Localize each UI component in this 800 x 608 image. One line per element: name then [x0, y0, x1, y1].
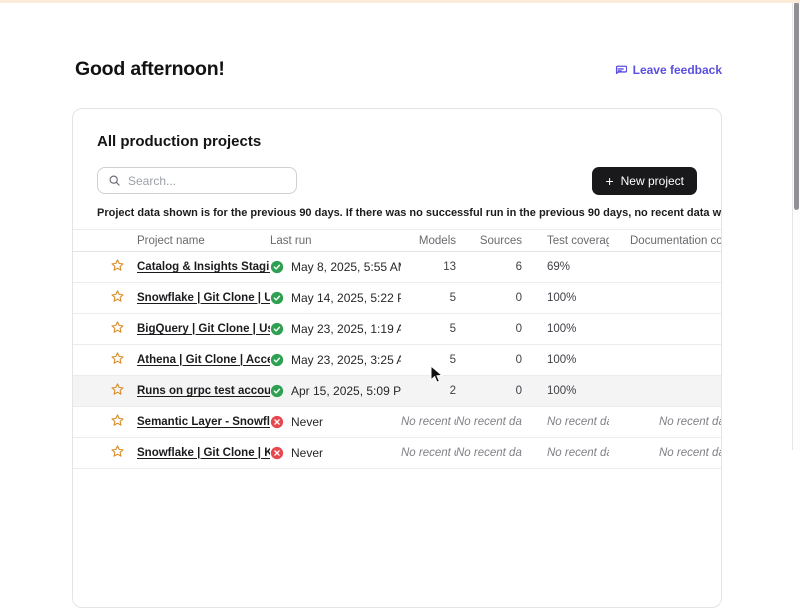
test-coverage-value: 69% [522, 252, 609, 283]
project-name-link[interactable]: Catalog & Insights Staging... [137, 261, 270, 273]
project-name-link[interactable]: Semantic Layer - Snowflake [137, 416, 270, 428]
star-icon[interactable] [110, 382, 125, 400]
models-value: No recent data [401, 407, 456, 438]
table-row[interactable]: Athena | Git Clone | Acces... May 23, 20… [73, 345, 722, 376]
documentation-coverage-value: No recent data [609, 407, 722, 438]
table-row[interactable]: BigQuery | Git Clone | User... May 23, 2… [73, 314, 722, 345]
last-run-value: Apr 15, 2025, 5:09 PM BS [291, 384, 401, 398]
models-value: No recent data [401, 438, 456, 469]
sources-value: No recent data [456, 438, 522, 469]
models-value: 5 [401, 314, 456, 345]
models-value: 13 [401, 252, 456, 283]
test-coverage-value: 100% [522, 283, 609, 314]
leave-feedback-label: Leave feedback [633, 63, 722, 77]
search-icon [108, 174, 121, 187]
last-run-value: May 8, 2025, 5:55 AM BS [291, 260, 401, 274]
table-row[interactable]: Snowflake | Git Clone | Use... May 14, 2… [73, 283, 722, 314]
project-name-link[interactable]: Runs on grpc test account [137, 385, 270, 397]
last-run-value: May 23, 2025, 3:25 AM B [291, 353, 401, 367]
test-coverage-value: No recent data [522, 407, 609, 438]
sources-value: 6 [456, 252, 522, 283]
star-icon[interactable] [110, 444, 125, 462]
run-success-icon [270, 260, 284, 274]
last-run-value: Never [291, 446, 323, 460]
page-header: Good afternoon! Leave feedback [75, 58, 722, 81]
col-header-star [73, 230, 137, 252]
sources-value: 0 [456, 314, 522, 345]
project-name-link[interactable]: Snowflake | Git Clone | Use... [137, 292, 270, 304]
projects-card: All production projects + New project Pr… [72, 108, 722, 608]
models-value: 2 [401, 376, 456, 407]
run-success-icon [270, 291, 284, 305]
search-input[interactable] [128, 174, 288, 188]
sources-value: 0 [456, 283, 522, 314]
project-name-link[interactable]: BigQuery | Git Clone | User... [137, 323, 270, 335]
page-title: Good afternoon! [75, 58, 225, 81]
search-box[interactable] [97, 167, 297, 194]
run-never-icon [270, 446, 284, 460]
star-icon[interactable] [110, 320, 125, 338]
sources-value: No recent data [456, 407, 522, 438]
star-icon[interactable] [110, 413, 125, 431]
documentation-coverage-value: No recent data [609, 438, 722, 469]
col-header-sources: Sources [456, 230, 522, 252]
last-run-value: May 14, 2025, 5:22 PM BS [291, 291, 401, 305]
models-value: 5 [401, 283, 456, 314]
leave-feedback-link[interactable]: Leave feedback [613, 63, 722, 77]
data-range-notice: Project data shown is for the previous 9… [97, 207, 697, 219]
last-run-value: Never [291, 415, 323, 429]
star-icon[interactable] [110, 289, 125, 307]
documentation-coverage-value [609, 345, 722, 376]
new-project-label: New project [621, 174, 684, 188]
test-coverage-value: 100% [522, 345, 609, 376]
plus-icon: + [605, 174, 613, 188]
col-header-test-coverage: Test coverage [522, 230, 609, 252]
col-header-project-name: Project name [137, 230, 270, 252]
star-icon[interactable] [110, 258, 125, 276]
run-success-icon [270, 322, 284, 336]
documentation-coverage-value [609, 252, 722, 283]
star-icon[interactable] [110, 351, 125, 369]
project-name-link[interactable]: Athena | Git Clone | Acces... [137, 354, 270, 366]
feedback-icon [613, 63, 627, 77]
run-never-icon [270, 415, 284, 429]
card-toolbar: + New project [97, 167, 697, 195]
models-value: 5 [401, 345, 456, 376]
table-row[interactable]: Catalog & Insights Staging... May 8, 202… [73, 252, 722, 283]
sources-value: 0 [456, 345, 522, 376]
table-row[interactable]: Semantic Layer - Snowflake Never No rece… [73, 407, 722, 438]
col-header-last-run: Last run [270, 230, 401, 252]
table-row[interactable]: Snowflake | Git Clone | Key... Never No … [73, 438, 722, 469]
sources-value: 0 [456, 376, 522, 407]
test-coverage-value: 100% [522, 376, 609, 407]
last-run-value: May 23, 2025, 1:19 AM BS [291, 322, 401, 336]
vertical-scrollbar[interactable] [792, 0, 800, 450]
col-header-documentation-coverage: Documentation coverage [609, 230, 722, 252]
run-success-icon [270, 353, 284, 367]
scrollbar-thumb[interactable] [794, 2, 799, 210]
projects-table: Project name Last run Models Sources Tes… [73, 229, 722, 469]
documentation-coverage-value [609, 376, 722, 407]
new-project-button[interactable]: + New project [592, 167, 697, 195]
documentation-coverage-value [609, 283, 722, 314]
table-row[interactable]: Runs on grpc test account Apr 15, 2025, … [73, 376, 722, 407]
test-coverage-value: No recent data [522, 438, 609, 469]
test-coverage-value: 100% [522, 314, 609, 345]
documentation-coverage-value [609, 314, 722, 345]
project-name-link[interactable]: Snowflake | Git Clone | Key... [137, 447, 270, 459]
top-window-strip [0, 0, 800, 3]
table-header-row: Project name Last run Models Sources Tes… [73, 230, 722, 252]
run-success-icon [270, 384, 284, 398]
card-title: All production projects [97, 133, 721, 150]
col-header-models: Models [401, 230, 456, 252]
